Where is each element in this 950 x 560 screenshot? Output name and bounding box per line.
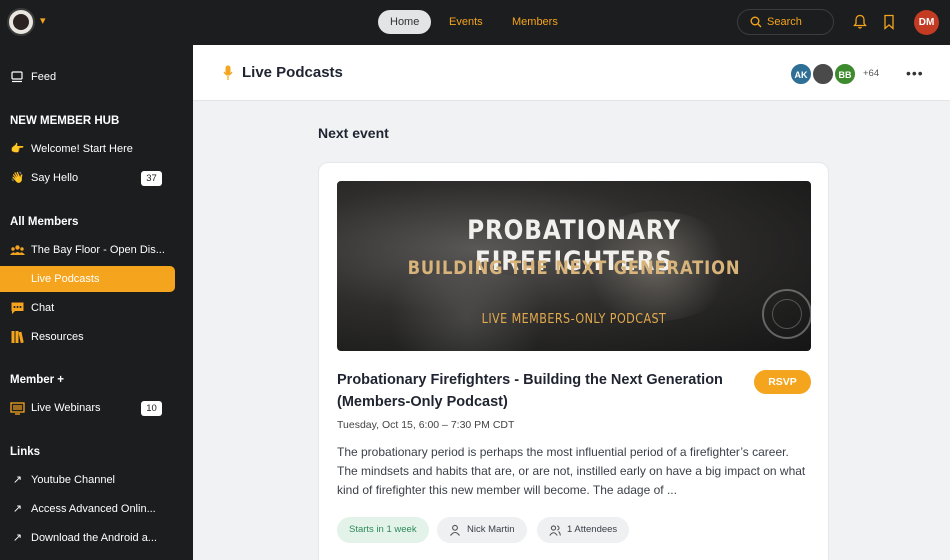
unread-count-badge: 10 — [141, 401, 162, 416]
logo-emblem — [13, 14, 29, 30]
bell-icon[interactable] — [853, 14, 867, 30]
page-title: Live Podcasts — [242, 64, 343, 81]
search-button[interactable]: Search — [737, 9, 834, 35]
sidebar-item-label: Live Webinars — [31, 402, 101, 414]
pointing-hand-icon: 👉 — [10, 143, 25, 155]
sidebar-item-label: Welcome! Start Here — [31, 143, 133, 155]
nav-home[interactable]: Home — [378, 10, 432, 34]
nav-members[interactable]: Members — [500, 10, 570, 34]
sidebar-item-welcome[interactable]: 👉 Welcome! Start Here — [0, 136, 193, 162]
user-icon — [450, 524, 460, 536]
sidebar-item-live-podcasts[interactable]: Live Podcasts — [0, 266, 175, 292]
sidebar-item-bay-floor[interactable]: The Bay Floor - Open Dis... — [0, 237, 193, 263]
sidebar-section-new-member-hub: NEW MEMBER HUB — [10, 115, 120, 127]
sidebar-item-chat[interactable]: Chat — [0, 295, 193, 321]
starts-in-badge: Starts in 1 week — [337, 517, 429, 543]
sidebar-item-label: Youtube Channel — [31, 474, 116, 486]
sidebar-link-advanced[interactable]: ↗ Access Advanced Onlin... — [0, 496, 193, 522]
member-avatar[interactable]: BB — [834, 63, 856, 85]
sidebar-item-label: Chat — [31, 302, 55, 314]
waving-hand-icon: 👋 — [10, 172, 25, 184]
event-card[interactable]: PROBATIONARY FIREFIGHTERS BUILDING THE N… — [318, 162, 829, 560]
top-bar: ▾ Home Events Members Search DM — [0, 0, 950, 45]
member-avatar[interactable]: AK — [790, 63, 812, 85]
feed-icon — [11, 71, 23, 83]
event-date: Tuesday, Oct 15, 6:00 – 7:30 PM CDT — [337, 419, 515, 431]
attendees-chip[interactable]: 1 Attendees — [537, 517, 630, 543]
user-avatar[interactable]: DM — [914, 10, 939, 35]
microphone-icon — [223, 65, 233, 80]
space-header: Live Podcasts AK BB +64 ••• — [193, 45, 950, 101]
sidebar-section-links: Links — [10, 446, 41, 458]
section-title: Next event — [318, 125, 389, 141]
seal-logo — [762, 289, 811, 339]
member-count[interactable]: +64 — [863, 68, 879, 79]
external-link-icon: ↗ — [12, 503, 23, 515]
bookmark-icon[interactable] — [882, 14, 896, 30]
more-options-icon[interactable]: ••• — [906, 65, 924, 81]
external-link-icon: ↗ — [12, 532, 23, 544]
sidebar-section-member-plus: Member + — [10, 374, 65, 386]
monitor-icon — [10, 402, 25, 415]
host-name: Nick Martin — [467, 524, 515, 535]
sidebar-link-android[interactable]: ↗ Download the Android a... — [0, 525, 193, 551]
event-banner[interactable]: PROBATIONARY FIREFIGHTERS BUILDING THE N… — [337, 181, 811, 351]
banner-subheadline: BUILDING THE NEXT GENERATION — [407, 257, 741, 279]
attendee-count: 1 Attendees — [567, 524, 618, 535]
sidebar: Feed NEW MEMBER HUB 👉 Welcome! Start Her… — [0, 45, 193, 560]
search-label: Search — [767, 16, 802, 28]
external-link-icon: ↗ — [12, 474, 23, 486]
sidebar-link-youtube[interactable]: ↗ Youtube Channel — [0, 467, 193, 493]
books-icon — [11, 331, 24, 344]
host-chip[interactable]: Nick Martin — [437, 517, 527, 543]
sidebar-item-label: The Bay Floor - Open Dis... — [31, 244, 165, 256]
sidebar-item-label: Resources — [31, 331, 84, 343]
chat-bubble-icon — [11, 302, 24, 314]
people-icon — [10, 245, 25, 255]
sidebar-item-live-webinars[interactable]: Live Webinars 10 — [0, 395, 193, 421]
search-icon — [750, 16, 762, 28]
community-logo[interactable] — [7, 8, 35, 36]
users-icon — [549, 525, 561, 536]
sidebar-item-feed[interactable]: Feed — [0, 64, 193, 90]
smoke-overlay — [367, 271, 567, 351]
unread-count-badge: 37 — [141, 171, 162, 186]
sidebar-item-label: Download the Android a... — [31, 532, 157, 544]
event-description: The probationary period is perhaps the m… — [337, 445, 806, 497]
rsvp-button[interactable]: RSVP — [754, 370, 811, 394]
nav-events[interactable]: Events — [437, 10, 495, 34]
sidebar-item-label: Say Hello — [31, 172, 79, 184]
sidebar-item-label: Feed — [31, 71, 57, 83]
seal-inner-ring — [772, 299, 802, 329]
sidebar-section-all-members: All Members — [10, 216, 79, 228]
sidebar-item-say-hello[interactable]: 👋 Say Hello 37 — [0, 165, 193, 191]
sidebar-item-label: Live Podcasts — [31, 273, 100, 285]
sidebar-item-label: Access Advanced Onlin... — [31, 503, 156, 515]
event-title[interactable]: Probationary Firefighters - Building the… — [337, 369, 752, 413]
banner-tagline: LIVE MEMBERS-ONLY PODCAST — [481, 312, 667, 327]
chevron-down-icon[interactable]: ▾ — [40, 14, 46, 27]
member-avatar-photo[interactable] — [812, 63, 834, 85]
sidebar-item-resources[interactable]: Resources — [0, 324, 193, 350]
